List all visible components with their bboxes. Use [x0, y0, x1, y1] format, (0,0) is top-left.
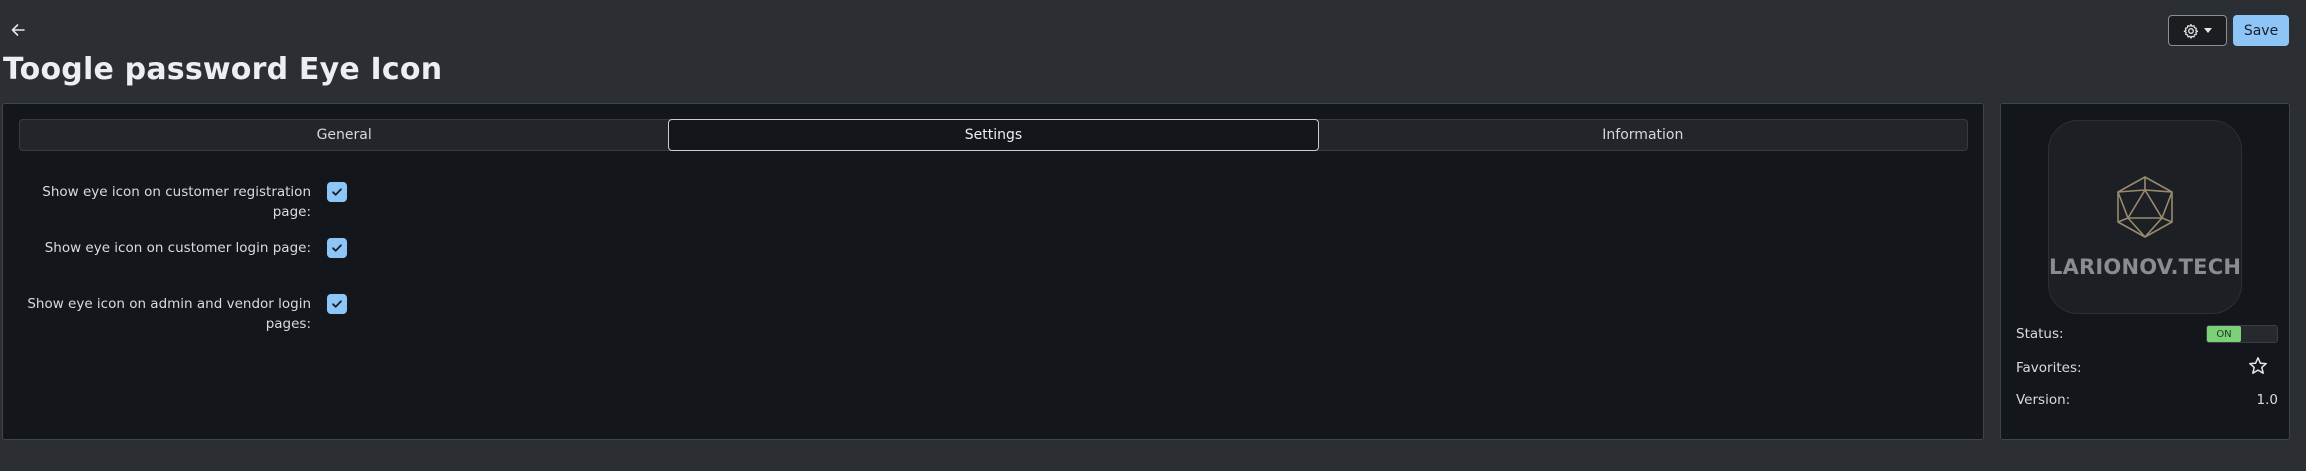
addon-logo: LARIONOV.TECH	[2048, 120, 2242, 314]
version-row: Version: 1.0	[2016, 390, 2278, 410]
setting-label-admin-vendor: Show eye icon on admin and vendor login …	[27, 296, 311, 332]
gear-icon	[2183, 23, 2199, 39]
tab-settings[interactable]: Settings	[668, 119, 1319, 151]
settings-dropdown-button[interactable]	[2168, 15, 2227, 46]
status-toggle[interactable]: ON	[2206, 325, 2278, 343]
arrow-left-icon	[11, 24, 25, 36]
registration-eye-checkbox[interactable]	[327, 182, 347, 202]
checkmark-icon	[332, 300, 342, 308]
setting-label-login: Show eye icon on customer login page:	[44, 240, 311, 256]
back-button[interactable]	[7, 19, 29, 41]
admin-vendor-eye-checkbox[interactable]	[327, 294, 347, 314]
favorites-row: Favorites:	[2016, 356, 2278, 380]
checkmark-icon	[332, 244, 342, 252]
icosahedron-logo-icon	[2117, 176, 2173, 238]
logo-text: LARIONOV.TECH	[2049, 255, 2242, 279]
save-button[interactable]: Save	[2233, 15, 2289, 46]
main-panel: General Settings Information Show eye ic…	[2, 103, 1984, 440]
tab-bar: General Settings Information	[19, 119, 1968, 151]
status-row: Status: ON	[2016, 324, 2278, 344]
login-eye-checkbox[interactable]	[327, 238, 347, 258]
checkmark-icon	[332, 188, 342, 196]
setting-label-registration: Show eye icon on customer registration p…	[42, 184, 311, 220]
version-value: 1.0	[2256, 392, 2278, 408]
tab-general[interactable]: General	[20, 120, 668, 150]
favorites-label: Favorites:	[2016, 360, 2082, 376]
chevron-down-icon	[2204, 28, 2212, 33]
version-label: Version:	[2016, 392, 2071, 408]
addon-info-panel: LARIONOV.TECH Status: ON Favorites: Vers…	[2000, 103, 2290, 440]
page-title: Toogle password Eye Icon	[3, 52, 443, 87]
status-toggle-on: ON	[2207, 326, 2241, 342]
favorite-button[interactable]	[2248, 356, 2268, 380]
tab-information[interactable]: Information	[1319, 120, 1967, 150]
star-icon	[2249, 357, 2267, 374]
status-label: Status:	[2016, 326, 2064, 342]
